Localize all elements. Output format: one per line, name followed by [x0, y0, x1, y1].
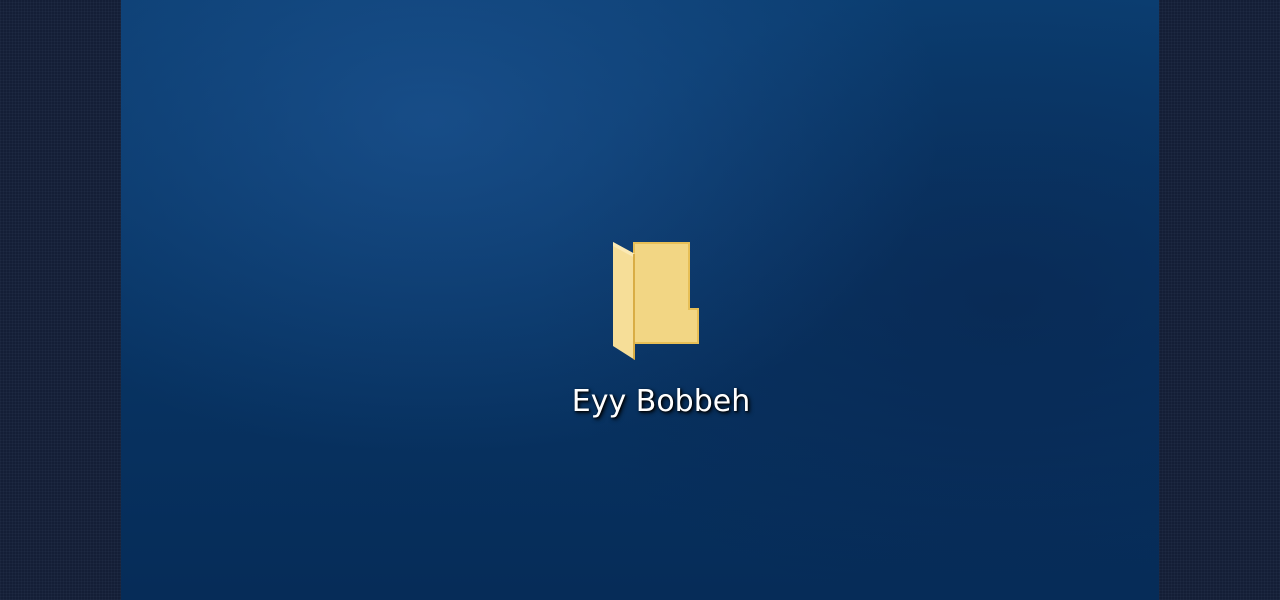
folder-icon [613, 242, 699, 360]
desktop-folder-shortcut[interactable]: Eyy Bobbeh [561, 234, 761, 434]
right-pillarbox [1159, 0, 1280, 600]
video-frame: Eyy Bobbeh [0, 0, 1280, 600]
desktop-background[interactable]: Eyy Bobbeh [121, 0, 1159, 600]
folder-label: Eyy Bobbeh [571, 384, 751, 419]
left-pillarbox [0, 0, 121, 600]
